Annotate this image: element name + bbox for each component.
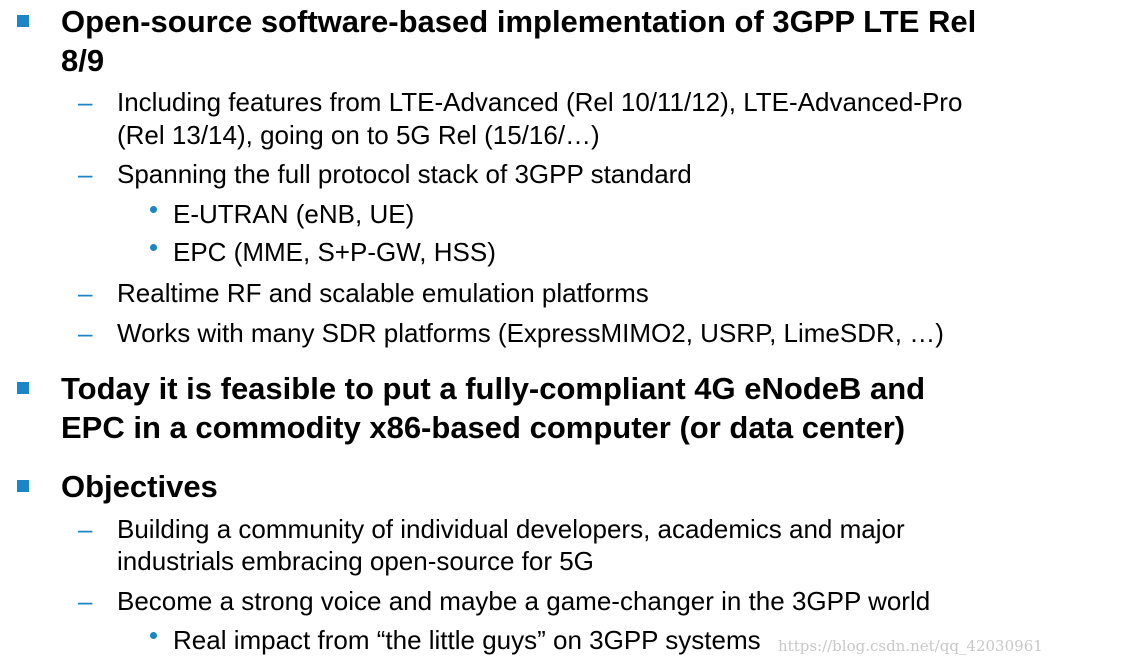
bullet-2-line-1: Today it is feasible to put a fully-comp… [61,371,926,406]
bullet-2-line-2: EPC in a commodity x86-based computer (o… [61,410,906,445]
dot-bullet-icon [150,206,157,213]
dash-bullet-icon: – [78,586,93,616]
sub-3-1-line-2: industrials embracing open-source for 5G [117,546,594,576]
bullet-1-line-2: 8/9 [61,43,105,78]
sub-1-1-line-2: (Rel 13/14), going on to 5G Rel (15/16/…… [117,120,600,150]
dot-bullet-icon [150,244,157,251]
sub-3-1-line-1: Building a community of individual devel… [117,514,905,544]
dash-bullet-icon: – [78,87,93,117]
slide: { "bullets": [ { "lines": ["Open-source … [0,0,1121,666]
sub-1-3-line-1: Realtime RF and scalable emulation platf… [117,278,649,308]
subsub-1-2-2-text: EPC (MME, S+P-GW, HSS) [173,237,496,267]
bullet-1-line-1: Open-source software-based implementatio… [61,4,977,39]
bullet-3-line-1: Objectives [61,469,218,504]
sub-1-1-line-1: Including features from LTE-Advanced (Re… [117,87,963,117]
dot-bullet-icon [150,632,157,639]
subsub-3-2-1-text: Real impact from “the little guys” on 3G… [173,625,761,655]
sub-1-2-line-1: Spanning the full protocol stack of 3GPP… [117,159,692,189]
sub-3-2-line-1: Become a strong voice and maybe a game-c… [117,586,931,616]
sub-1-4-line-1: Works with many SDR platforms (ExpressMI… [117,318,944,348]
square-bullet-icon [17,480,29,492]
dash-bullet-icon: – [78,278,93,308]
dash-bullet-icon: – [78,159,93,189]
dash-bullet-icon: – [78,514,93,544]
watermark: https://blog.csdn.net/qq_42030961 [778,637,1043,655]
dash-bullet-icon: – [78,318,93,348]
square-bullet-icon [17,15,29,27]
square-bullet-icon [17,382,29,394]
subsub-1-2-1-text: E-UTRAN (eNB, UE) [173,199,415,229]
